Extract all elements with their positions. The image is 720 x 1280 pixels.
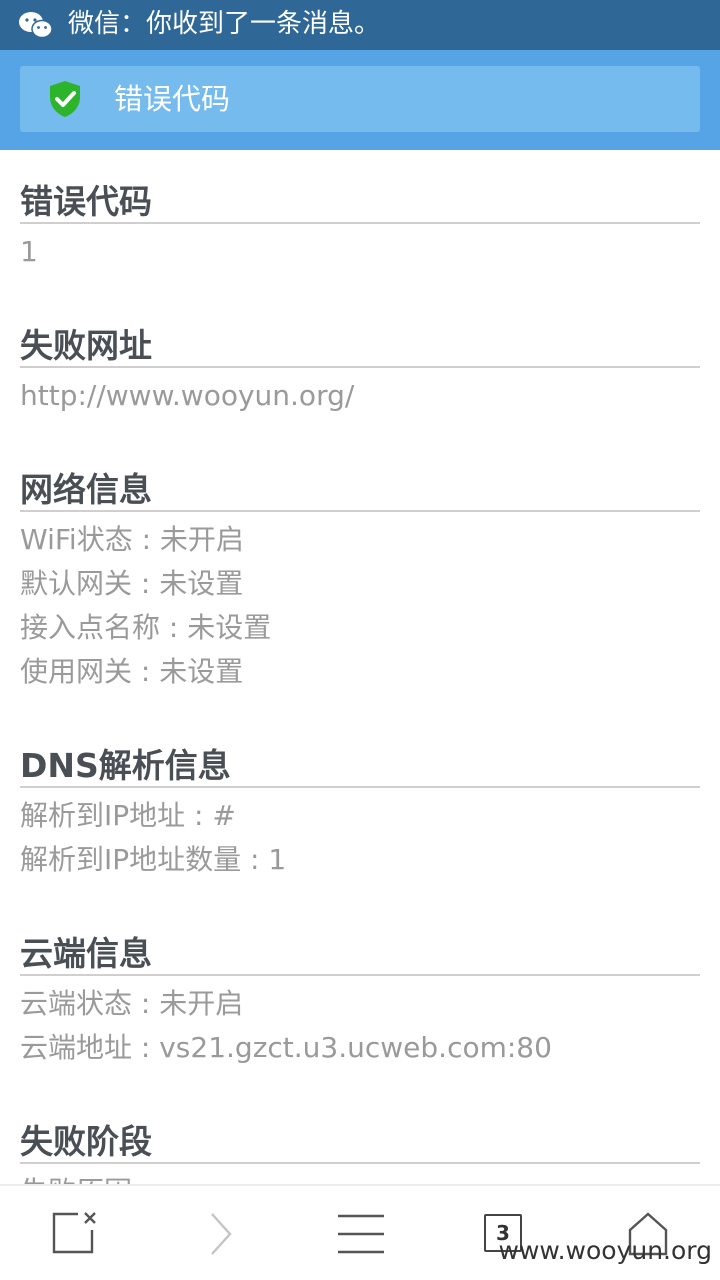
error-code-value: 1 — [20, 235, 38, 268]
section-title: DNS解析信息 — [20, 728, 700, 788]
menu-icon — [338, 1214, 384, 1254]
section-dns-info: DNS解析信息 解析到IP地址 : # 解析到IP地址数量 : 1 — [20, 728, 700, 882]
header: 错误代码 — [0, 50, 720, 150]
section-title: 失败网址 — [20, 308, 700, 368]
section-title: 错误代码 — [20, 164, 700, 224]
shield-check-icon — [50, 81, 80, 117]
section-failed-url: 失败网址 http://www.wooyun.org/ — [20, 308, 700, 418]
bottom-toolbar: 3 www.wooyun.org — [0, 1184, 720, 1280]
failed-url-value[interactable]: http://www.wooyun.org/ — [20, 374, 700, 418]
default-gateway: 默认网关 : 未设置 — [20, 567, 244, 600]
used-gateway: 使用网关 : 未设置 — [20, 655, 244, 688]
forward-button[interactable] — [180, 1186, 280, 1280]
section-title: 云端信息 — [20, 916, 700, 976]
wechat-icon — [19, 12, 53, 39]
resolved-ip: 解析到IP地址 : # — [20, 799, 236, 832]
section-title: 失败阶段 — [20, 1104, 700, 1164]
section-cloud-info: 云端信息 云端状态 : 未开启 云端地址 : vs21.gzct.u3.ucwe… — [20, 916, 700, 1070]
wifi-status: WiFi状态 : 未开启 — [20, 523, 244, 556]
section-title: 网络信息 — [20, 452, 700, 512]
close-window-button[interactable] — [26, 1186, 126, 1280]
section-network-info: 网络信息 WiFi状态 : 未开启 默认网关 : 未设置 接入点名称 : 未设置… — [20, 452, 700, 694]
menu-button[interactable] — [312, 1186, 412, 1280]
watermark: www.wooyun.org — [498, 1236, 712, 1265]
resolved-ip-count: 解析到IP地址数量 : 1 — [20, 843, 287, 876]
cloud-status: 云端状态 : 未开启 — [20, 987, 244, 1020]
error-banner: 错误代码 — [20, 66, 700, 132]
access-point-name: 接入点名称 : 未设置 — [20, 611, 272, 644]
error-page: 微信：你收到了一条消息。 错误代码 错误代码 1 失败网址 http://www… — [0, 0, 720, 1280]
forward-icon — [211, 1213, 232, 1255]
section-error-code: 错误代码 1 — [20, 164, 700, 274]
notification-text: 微信：你收到了一条消息。 — [68, 9, 381, 39]
cloud-address: 云端地址 : vs21.gzct.u3.ucweb.com:80 — [20, 1031, 552, 1064]
notification-bar[interactable]: 微信：你收到了一条消息。 — [0, 0, 720, 50]
close-window-icon — [52, 1212, 96, 1254]
banner-title: 错误代码 — [114, 82, 231, 116]
